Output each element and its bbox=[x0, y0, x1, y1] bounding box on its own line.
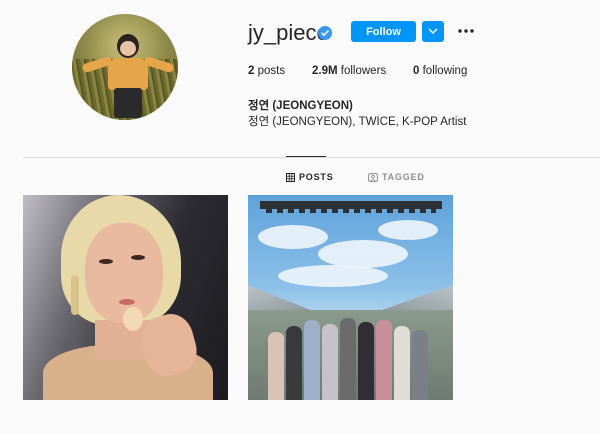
full-name: 정연 (JEONGYEON) bbox=[248, 100, 353, 112]
tagged-icon bbox=[368, 172, 378, 182]
tabs-divider bbox=[23, 157, 600, 158]
tab-posts[interactable]: POSTS bbox=[286, 172, 334, 182]
grid-icon bbox=[286, 172, 295, 182]
tab-tagged[interactable]: TAGGED bbox=[368, 172, 425, 182]
following-link[interactable]: 0 following bbox=[413, 65, 467, 77]
post-thumbnail-stadium-group[interactable] bbox=[248, 195, 453, 400]
bio: 정연 (JEONGYEON), TWICE, K-POP Artist bbox=[248, 116, 467, 128]
more-options-icon[interactable] bbox=[457, 25, 475, 37]
username: jy_piece bbox=[248, 20, 329, 45]
suggested-accounts-button[interactable] bbox=[422, 21, 444, 42]
tab-tagged-label: TAGGED bbox=[382, 172, 425, 182]
active-tab-indicator bbox=[286, 156, 326, 157]
followers-link[interactable]: 2.9M followers bbox=[312, 65, 386, 77]
verified-badge-icon bbox=[318, 26, 332, 40]
tab-posts-label: POSTS bbox=[299, 172, 334, 182]
post-thumbnail-makeup-selfie[interactable] bbox=[23, 195, 228, 400]
profile-avatar[interactable] bbox=[72, 14, 178, 120]
follow-button[interactable]: Follow bbox=[351, 21, 416, 42]
chevron-down-icon bbox=[428, 28, 438, 34]
posts-count: 2 posts bbox=[248, 65, 286, 77]
